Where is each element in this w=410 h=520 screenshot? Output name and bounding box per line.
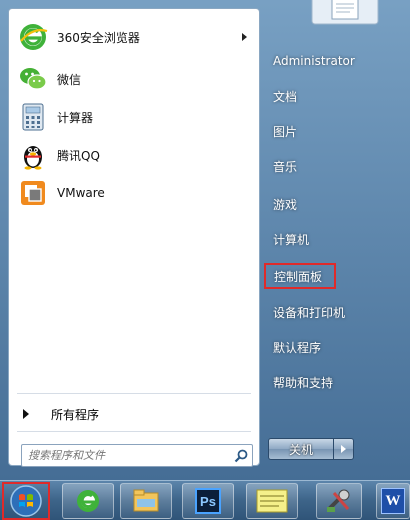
wechat-icon [20, 68, 47, 90]
right-item-label: 计算机 [273, 232, 310, 247]
right-item-user[interactable]: Administrator [266, 48, 402, 74]
notes-icon [256, 489, 288, 513]
windows-orb-icon [10, 485, 42, 517]
right-item-label: 文档 [273, 89, 298, 104]
tools-icon [327, 489, 350, 512]
photoshop-text: Ps [200, 493, 216, 509]
vmware-icon [21, 181, 45, 205]
submenu-arrow-icon[interactable] [242, 33, 247, 41]
right-item-label: Administrator [273, 54, 355, 68]
taskbar-photoshop[interactable]: Ps [182, 483, 234, 519]
all-programs-item[interactable]: 所有程序 [13, 401, 257, 427]
right-item-computer[interactable]: 计算机 [266, 226, 402, 252]
app-item-qq[interactable]: 腾讯QQ [13, 137, 257, 173]
app-item-360-browser[interactable]: 360安全浏览器 [13, 19, 257, 55]
shutdown-button[interactable]: 关机 [268, 438, 334, 460]
expand-arrow-icon [23, 409, 29, 419]
shutdown-group: 关机 [268, 438, 356, 460]
app-label: 微信 [57, 72, 82, 87]
app-label: 腾讯QQ [57, 148, 100, 163]
all-programs-label: 所有程序 [51, 407, 100, 422]
app-item-calculator[interactable]: 计算器 [13, 99, 257, 135]
app-item-vmware[interactable]: VMware [13, 175, 257, 211]
app-label: VMware [57, 186, 105, 200]
shutdown-options-button[interactable] [334, 438, 354, 460]
word-text: W [385, 492, 401, 509]
right-item-control-panel[interactable]: 控制面板 [264, 263, 336, 289]
right-item-label: 游戏 [273, 197, 298, 212]
taskbar: Ps W [0, 480, 410, 520]
right-item-label: 音乐 [273, 159, 298, 174]
taskbar-explorer[interactable] [120, 483, 172, 519]
app-label: 计算器 [57, 110, 94, 125]
calculator-icon [22, 103, 44, 131]
right-item-pictures[interactable]: 图片 [266, 118, 402, 144]
right-item-default-programs[interactable]: 默认程序 [266, 334, 402, 360]
photoshop-icon: Ps [195, 488, 221, 514]
left-pane: 360安全浏览器 微信 计算器 腾讯QQ VMware 所有程序 搜索程序和文件 [8, 8, 260, 467]
app-label: 360安全浏览器 [57, 30, 140, 45]
shutdown-label: 关机 [288, 442, 313, 457]
right-item-music[interactable]: 音乐 [266, 153, 402, 179]
qq-penguin-icon [24, 146, 42, 170]
ie-icon [77, 490, 99, 512]
right-item-label: 图片 [273, 124, 298, 139]
search-input[interactable] [22, 445, 230, 466]
separator [17, 431, 251, 432]
right-pane: Administrator 文档 图片 音乐 游戏 计算机 控制面板 设备和打印… [262, 0, 410, 480]
start-menu: 360安全浏览器 微信 计算器 腾讯QQ VMware 所有程序 搜索程序和文件… [0, 0, 410, 480]
search-icon[interactable] [230, 445, 252, 466]
word-icon: W [381, 488, 405, 514]
right-item-documents[interactable]: 文档 [266, 83, 402, 109]
taskbar-tools[interactable] [316, 483, 362, 519]
file-explorer-icon [133, 489, 159, 512]
right-item-label: 控制面板 [274, 269, 323, 284]
search-box [21, 444, 253, 467]
taskbar-notes[interactable] [246, 483, 298, 519]
right-item-label: 默认程序 [273, 340, 322, 355]
right-item-games[interactable]: 游戏 [266, 191, 402, 217]
app-item-wechat[interactable]: 微信 [13, 61, 257, 97]
360-browser-icon [20, 24, 48, 50]
right-item-help-support[interactable]: 帮助和支持 [266, 369, 402, 395]
chevron-right-icon [341, 445, 346, 453]
right-item-label: 设备和打印机 [273, 305, 346, 320]
separator [17, 393, 251, 394]
right-item-label: 帮助和支持 [273, 375, 334, 390]
user-picture-icon[interactable] [310, 0, 380, 28]
taskbar-word[interactable]: W [376, 483, 410, 519]
right-item-devices-printers[interactable]: 设备和打印机 [266, 299, 402, 325]
start-button[interactable] [2, 482, 50, 520]
taskbar-ie[interactable] [62, 483, 114, 519]
